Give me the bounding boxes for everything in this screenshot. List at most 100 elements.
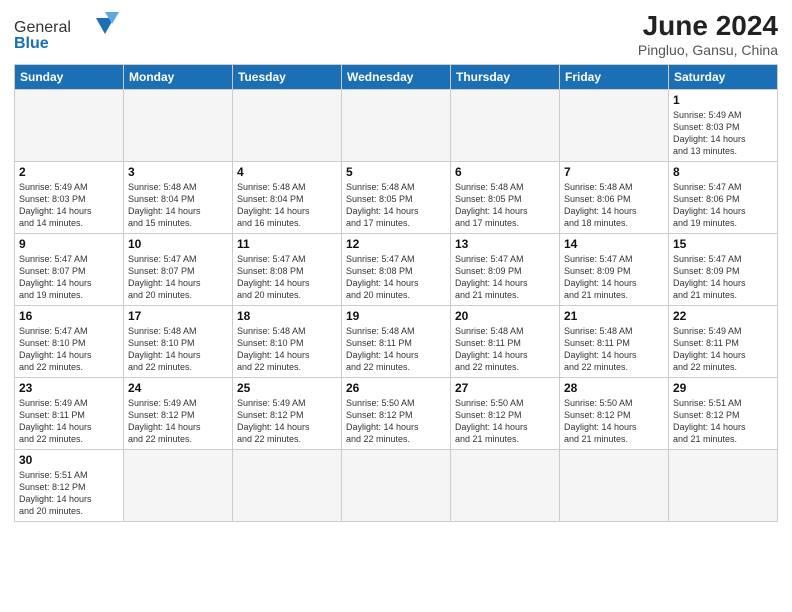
- day-cell: [233, 90, 342, 162]
- day-info: Sunrise: 5:50 AM Sunset: 8:12 PM Dayligh…: [564, 397, 664, 446]
- day-cell: 9 Sunrise: 5:47 AM Sunset: 8:07 PM Daylig…: [15, 234, 124, 306]
- weekday-sunday: Sunday: [15, 65, 124, 90]
- day-number: 1: [673, 93, 773, 107]
- day-number: 18: [237, 309, 337, 323]
- day-cell: 18Sunrise: 5:48 AM Sunset: 8:10 PM Dayli…: [233, 306, 342, 378]
- day-number: 23: [19, 381, 119, 395]
- day-cell: 2Sunrise: 5:49 AM Sunset: 8:03 PM Daylig…: [15, 162, 124, 234]
- day-cell: 4Sunrise: 5:48 AM Sunset: 8:04 PM Daylig…: [233, 162, 342, 234]
- day-cell: 15 Sunrise: 5:47 AM Sunset: 8:09 PM Dayli…: [669, 234, 778, 306]
- day-info: Sunrise: 5:48 AM Sunset: 8:05 PM Dayligh…: [455, 181, 555, 230]
- day-number: 25: [237, 381, 337, 395]
- header: General Blue June 2024 Pingluo, Gansu, C…: [14, 10, 778, 58]
- day-number: 7: [564, 165, 664, 179]
- day-cell: 10Sunrise: 5:47 AM Sunset: 8:07 PM Dayli…: [124, 234, 233, 306]
- day-info: Sunrise: 5:49 AM Sunset: 8:11 PM Dayligh…: [19, 397, 119, 446]
- day-info: Sunrise: 5:48 AM Sunset: 8:06 PM Dayligh…: [564, 181, 664, 230]
- day-cell: [15, 90, 124, 162]
- weekday-thursday: Thursday: [451, 65, 560, 90]
- calendar-table: SundayMondayTuesdayWednesdayThursdayFrid…: [14, 64, 778, 522]
- week-row-5: 30Sunrise: 5:51 AM Sunset: 8:12 PM Dayli…: [15, 450, 778, 522]
- day-cell: 12 Sunrise: 5:47 AM Sunset: 8:08 PM Dayli…: [342, 234, 451, 306]
- day-cell: [342, 450, 451, 522]
- day-info: Sunrise: 5:47 AM Sunset: 8:06 PM Dayligh…: [673, 181, 773, 230]
- day-cell: 11 Sunrise: 5:47 AM Sunset: 8:08 PM Dayli…: [233, 234, 342, 306]
- day-number: 16: [19, 309, 119, 323]
- day-number: 24: [128, 381, 228, 395]
- svg-text:General: General: [14, 19, 71, 36]
- weekday-monday: Monday: [124, 65, 233, 90]
- subtitle: Pingluo, Gansu, China: [638, 42, 778, 58]
- day-number: 2: [19, 165, 119, 179]
- day-number: 22: [673, 309, 773, 323]
- day-cell: [124, 450, 233, 522]
- day-cell: 26Sunrise: 5:50 AM Sunset: 8:12 PM Dayli…: [342, 378, 451, 450]
- day-cell: [451, 90, 560, 162]
- day-info: Sunrise: 5:48 AM Sunset: 8:11 PM Dayligh…: [564, 325, 664, 374]
- week-row-3: 16 Sunrise: 5:47 AM Sunset: 8:10 PM Dayli…: [15, 306, 778, 378]
- day-cell: 25 Sunrise: 5:49 AM Sunset: 8:12 PM Dayli…: [233, 378, 342, 450]
- day-info: Sunrise: 5:48 AM Sunset: 8:05 PM Dayligh…: [346, 181, 446, 230]
- day-number: 15: [673, 237, 773, 251]
- day-cell: 27 Sunrise: 5:50 AM Sunset: 8:12 PM Dayli…: [451, 378, 560, 450]
- day-number: 12: [346, 237, 446, 251]
- day-number: 5: [346, 165, 446, 179]
- day-cell: 23 Sunrise: 5:49 AM Sunset: 8:11 PM Dayli…: [15, 378, 124, 450]
- day-cell: [560, 450, 669, 522]
- week-row-0: 1 Sunrise: 5:49 AM Sunset: 8:03 PM Daylig…: [15, 90, 778, 162]
- day-cell: [560, 90, 669, 162]
- day-info: Sunrise: 5:49 AM Sunset: 8:03 PM Dayligh…: [673, 109, 773, 158]
- day-number: 29: [673, 381, 773, 395]
- day-number: 3: [128, 165, 228, 179]
- day-info: Sunrise: 5:48 AM Sunset: 8:04 PM Dayligh…: [128, 181, 228, 230]
- day-cell: 30Sunrise: 5:51 AM Sunset: 8:12 PM Dayli…: [15, 450, 124, 522]
- weekday-header-row: SundayMondayTuesdayWednesdayThursdayFrid…: [15, 65, 778, 90]
- day-cell: 24 Sunrise: 5:49 AM Sunset: 8:12 PM Dayli…: [124, 378, 233, 450]
- day-cell: 7 Sunrise: 5:48 AM Sunset: 8:06 PM Daylig…: [560, 162, 669, 234]
- day-cell: [451, 450, 560, 522]
- day-cell: [233, 450, 342, 522]
- day-number: 13: [455, 237, 555, 251]
- week-row-2: 9 Sunrise: 5:47 AM Sunset: 8:07 PM Daylig…: [15, 234, 778, 306]
- day-cell: 13Sunrise: 5:47 AM Sunset: 8:09 PM Dayli…: [451, 234, 560, 306]
- weekday-friday: Friday: [560, 65, 669, 90]
- day-number: 27: [455, 381, 555, 395]
- day-number: 9: [19, 237, 119, 251]
- day-info: Sunrise: 5:47 AM Sunset: 8:08 PM Dayligh…: [346, 253, 446, 302]
- day-cell: 1 Sunrise: 5:49 AM Sunset: 8:03 PM Daylig…: [669, 90, 778, 162]
- day-number: 26: [346, 381, 446, 395]
- day-info: Sunrise: 5:49 AM Sunset: 8:12 PM Dayligh…: [128, 397, 228, 446]
- day-cell: 20Sunrise: 5:48 AM Sunset: 8:11 PM Dayli…: [451, 306, 560, 378]
- day-number: 14: [564, 237, 664, 251]
- day-cell: 6Sunrise: 5:48 AM Sunset: 8:05 PM Daylig…: [451, 162, 560, 234]
- day-cell: 21Sunrise: 5:48 AM Sunset: 8:11 PM Dayli…: [560, 306, 669, 378]
- day-info: Sunrise: 5:50 AM Sunset: 8:12 PM Dayligh…: [455, 397, 555, 446]
- logo: General Blue: [14, 10, 124, 57]
- day-info: Sunrise: 5:47 AM Sunset: 8:09 PM Dayligh…: [564, 253, 664, 302]
- day-cell: 28Sunrise: 5:50 AM Sunset: 8:12 PM Dayli…: [560, 378, 669, 450]
- day-info: Sunrise: 5:47 AM Sunset: 8:08 PM Dayligh…: [237, 253, 337, 302]
- day-number: 4: [237, 165, 337, 179]
- logo-text: General Blue: [14, 10, 124, 57]
- week-row-1: 2Sunrise: 5:49 AM Sunset: 8:03 PM Daylig…: [15, 162, 778, 234]
- day-cell: [124, 90, 233, 162]
- day-number: 11: [237, 237, 337, 251]
- day-cell: 5 Sunrise: 5:48 AM Sunset: 8:05 PM Daylig…: [342, 162, 451, 234]
- day-cell: 19Sunrise: 5:48 AM Sunset: 8:11 PM Dayli…: [342, 306, 451, 378]
- day-info: Sunrise: 5:47 AM Sunset: 8:09 PM Dayligh…: [673, 253, 773, 302]
- day-number: 19: [346, 309, 446, 323]
- day-info: Sunrise: 5:51 AM Sunset: 8:12 PM Dayligh…: [673, 397, 773, 446]
- page: General Blue June 2024 Pingluo, Gansu, C…: [0, 0, 792, 532]
- day-cell: 17Sunrise: 5:48 AM Sunset: 8:10 PM Dayli…: [124, 306, 233, 378]
- day-number: 10: [128, 237, 228, 251]
- day-info: Sunrise: 5:48 AM Sunset: 8:11 PM Dayligh…: [455, 325, 555, 374]
- day-info: Sunrise: 5:49 AM Sunset: 8:12 PM Dayligh…: [237, 397, 337, 446]
- day-info: Sunrise: 5:48 AM Sunset: 8:10 PM Dayligh…: [128, 325, 228, 374]
- day-info: Sunrise: 5:51 AM Sunset: 8:12 PM Dayligh…: [19, 469, 119, 518]
- title-block: June 2024 Pingluo, Gansu, China: [638, 10, 778, 58]
- weekday-tuesday: Tuesday: [233, 65, 342, 90]
- day-cell: 16 Sunrise: 5:47 AM Sunset: 8:10 PM Dayli…: [15, 306, 124, 378]
- svg-text:Blue: Blue: [14, 35, 49, 52]
- day-info: Sunrise: 5:47 AM Sunset: 8:07 PM Dayligh…: [19, 253, 119, 302]
- day-info: Sunrise: 5:47 AM Sunset: 8:10 PM Dayligh…: [19, 325, 119, 374]
